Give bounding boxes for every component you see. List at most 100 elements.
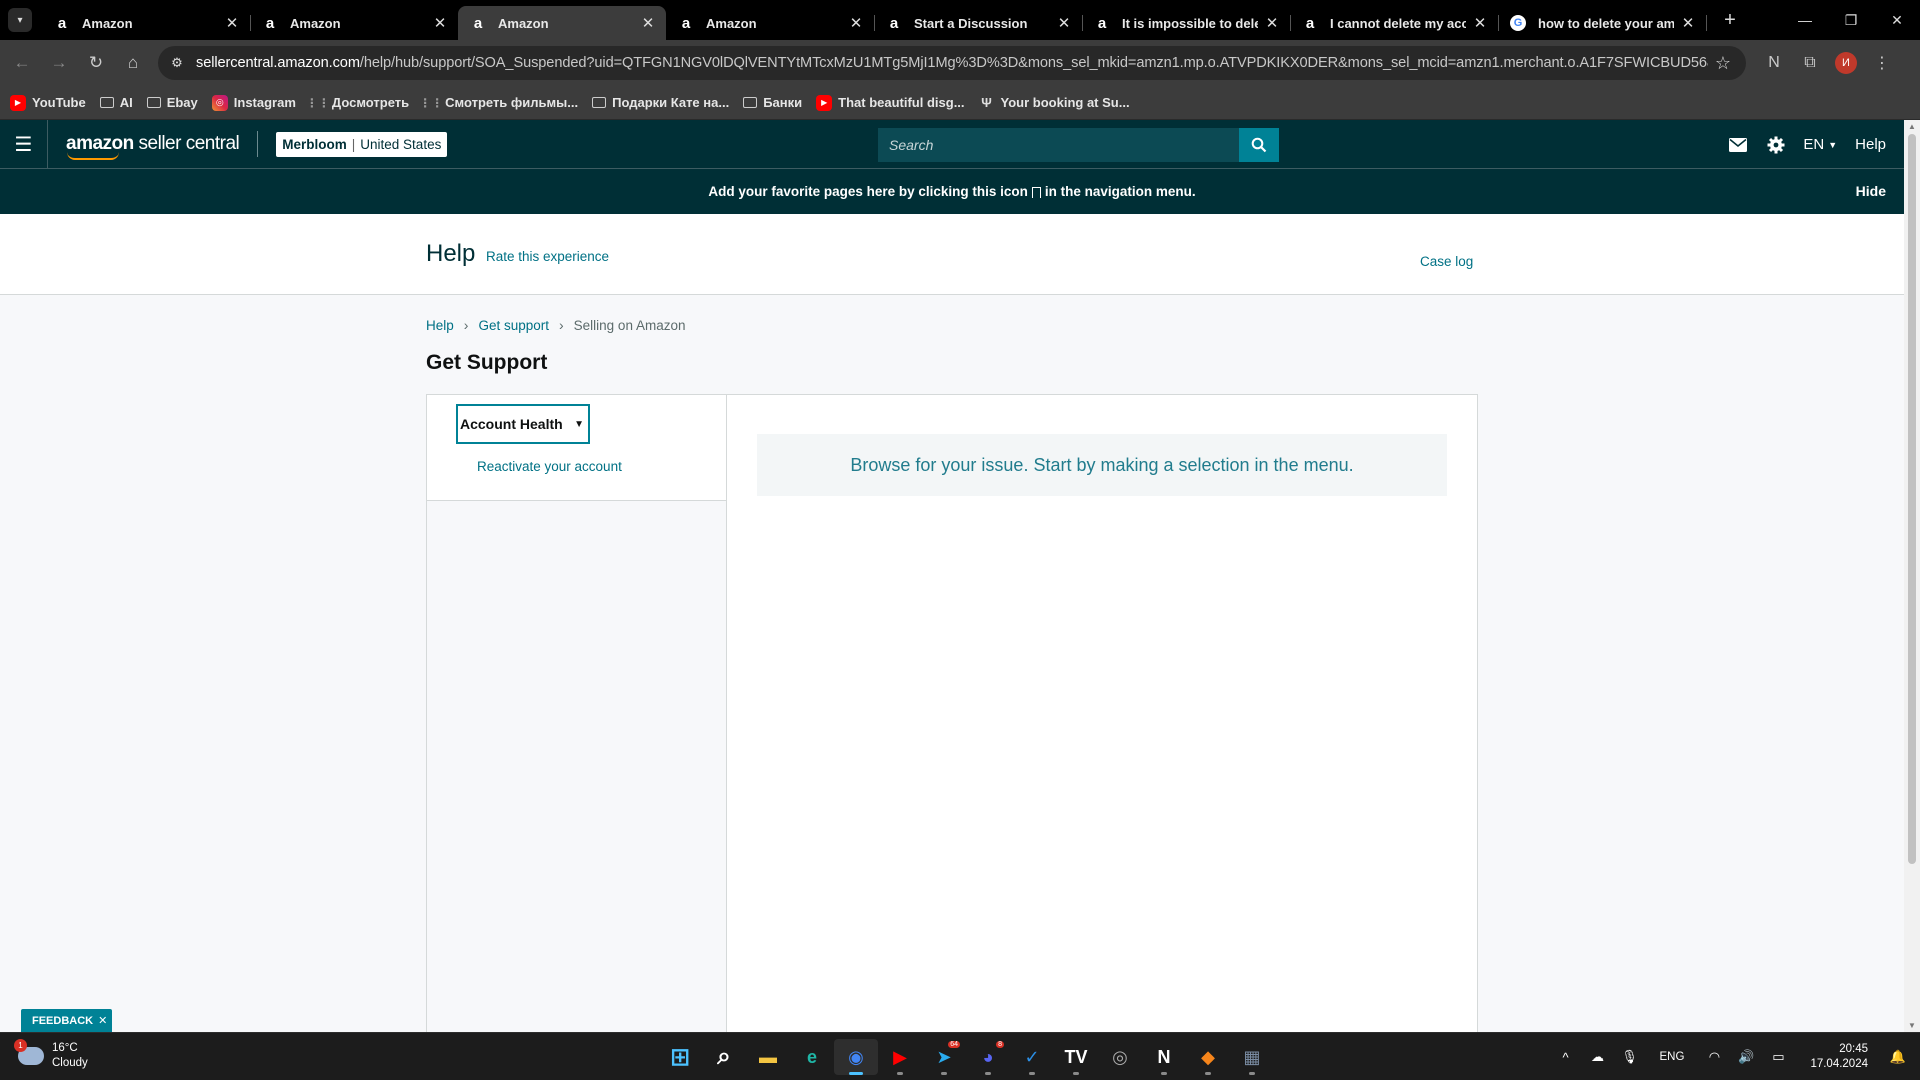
close-tab-icon[interactable]: ✕ [1056, 15, 1072, 32]
close-tab-icon[interactable]: ✕ [640, 15, 656, 32]
rate-experience-link[interactable]: Rate this experience [486, 249, 609, 264]
language-selector[interactable]: EN ▼ [1803, 136, 1837, 153]
close-window-icon[interactable]: ✕ [1874, 0, 1920, 40]
taskbar-app-search[interactable]: ⌕ [702, 1039, 746, 1075]
onedrive-icon[interactable]: ☁ [1582, 1049, 1614, 1065]
browser-tab[interactable]: a Start a Discussion ✕ [874, 6, 1083, 40]
bookmark-label: Your booking at Su... [1000, 95, 1130, 110]
taskbar-app-chrome[interactable]: ◉ [834, 1039, 878, 1075]
home-icon[interactable]: ⌂ [118, 48, 148, 78]
forward-icon[interactable]: → [44, 48, 74, 78]
bookmark-item[interactable]: ▶ YouTube [10, 94, 86, 111]
feedback-button[interactable]: FEEDBACK ✕ [21, 1009, 112, 1032]
taskbar-app-calculator[interactable]: ▦ [1230, 1039, 1274, 1075]
battery-icon[interactable]: ▭ [1762, 1049, 1794, 1065]
show-hidden-icons[interactable]: ^ [1550, 1050, 1582, 1065]
taskbar-app-file-explorer[interactable]: ▬ [746, 1039, 790, 1075]
tab-search-button[interactable]: ▾ [8, 8, 32, 32]
close-tab-icon[interactable]: ✕ [1680, 15, 1696, 32]
bookmark-item[interactable]: Ebay [146, 95, 198, 110]
microphone-icon[interactable]: 🎙 [1614, 1049, 1646, 1065]
search-button[interactable] [1239, 128, 1279, 162]
help-header-bar: Help Rate this experience Case log [0, 214, 1904, 295]
url-host: sellercentral.amazon.com [196, 55, 360, 71]
browser-menu-icon[interactable]: ⋮ [1864, 48, 1900, 78]
browser-tab[interactable]: a Amazon ✕ [458, 6, 666, 40]
edge-icon: e [806, 1046, 817, 1067]
account-switcher[interactable]: Merbloom | United States [276, 131, 448, 157]
taskbar-app-vscode[interactable]: ✓ [1010, 1039, 1054, 1075]
minimize-icon[interactable]: — [1782, 0, 1828, 40]
taskbar-app-telegram[interactable]: ➤ 64 [922, 1039, 966, 1075]
seller-central-logo[interactable]: amazon seller central [66, 133, 240, 160]
bookmark-item[interactable]: Подарки Кате на... [592, 95, 729, 110]
taskbar-app-edge[interactable]: e [790, 1039, 834, 1075]
taskbar-app-notion[interactable]: N [1142, 1039, 1186, 1075]
restore-icon[interactable]: ❐ [1828, 0, 1874, 40]
weather-desc: Cloudy [52, 1057, 88, 1069]
bookmark-item[interactable]: ⋮⋮ Смотреть фильмы... [419, 95, 578, 111]
page-scrollbar[interactable]: ▲ ▼ [1904, 120, 1920, 1032]
seller-search: Search [878, 128, 1279, 162]
taskbar-app-metamask[interactable]: ◆ [1186, 1039, 1230, 1075]
bookmark-item[interactable]: AI [99, 95, 133, 110]
browser-tab[interactable]: a I cannot delete my account ✕ [1290, 6, 1499, 40]
bookmark-item[interactable]: ◎ Instagram [211, 94, 296, 111]
taskbar-app-tradingview[interactable]: TV [1054, 1039, 1098, 1075]
close-tab-icon[interactable]: ✕ [848, 15, 864, 32]
back-icon[interactable]: ← [7, 48, 37, 78]
issue-category-dropdown[interactable]: Account Health ▼ [456, 404, 590, 444]
bookmark-item[interactable]: Банки [743, 95, 802, 110]
volume-icon[interactable]: 🔊 [1730, 1049, 1762, 1065]
bookmark-item[interactable]: ▶ That beautiful disg... [816, 94, 965, 111]
browser-tab[interactable]: a It is impossible to delete ✕ [1082, 6, 1291, 40]
scrollbar-thumb[interactable] [1908, 134, 1916, 864]
browser-tab[interactable]: a Amazon ✕ [42, 6, 251, 40]
new-tab-button[interactable]: + [1720, 9, 1740, 32]
help-link[interactable]: Help [1855, 136, 1886, 153]
taskbar-app-youtube-music[interactable]: ▶ [878, 1039, 922, 1075]
mail-icon[interactable] [1719, 137, 1757, 152]
reactivate-account-link[interactable]: Reactivate your account [477, 459, 622, 474]
breadcrumb-help[interactable]: Help [426, 318, 454, 333]
running-indicator [941, 1072, 947, 1075]
wifi-icon[interactable]: ◠ [1698, 1049, 1730, 1065]
taskbar-app-discord[interactable]: ◕ 8 [966, 1039, 1010, 1075]
tradingview-icon: TV [1064, 1046, 1088, 1067]
scroll-up-icon[interactable]: ▲ [1908, 122, 1916, 131]
search-input[interactable]: Search [878, 128, 1239, 162]
taskbar-app-obs[interactable]: ◎ [1098, 1039, 1142, 1075]
profile-avatar[interactable]: И [1835, 52, 1857, 74]
site-info-icon[interactable]: ⚙ [162, 48, 192, 78]
close-tab-icon[interactable]: ✕ [1264, 15, 1280, 32]
folder-icon [592, 97, 607, 108]
close-icon[interactable]: ✕ [98, 1014, 107, 1027]
bookmark-star-icon[interactable]: ☆ [1708, 53, 1738, 74]
close-tab-icon[interactable]: ✕ [1472, 15, 1488, 32]
hamburger-menu-icon[interactable]: ☰ [0, 120, 48, 168]
notion-extension-icon[interactable]: N [1756, 48, 1792, 78]
notifications-bell-icon[interactable]: 🔔 [1882, 1049, 1914, 1065]
tab-title: Amazon [498, 15, 549, 31]
url-text[interactable]: sellercentral.amazon.com/help/hub/suppor… [196, 55, 1708, 71]
close-tab-icon[interactable]: ✕ [224, 15, 240, 32]
close-tab-icon[interactable]: ✕ [432, 15, 448, 32]
banner-hide-link[interactable]: Hide [1856, 183, 1886, 199]
case-log-link[interactable]: Case log [1420, 254, 1473, 269]
clock[interactable]: 20:45 17.04.2024 [1810, 1042, 1868, 1072]
taskbar-app-windows-start[interactable]: ⊞ [658, 1039, 702, 1075]
bookmark-item[interactable]: ⋮⋮ Досмотреть [306, 95, 409, 111]
settings-gear-icon[interactable] [1757, 136, 1795, 154]
running-indicator [1161, 1072, 1167, 1075]
extensions-puzzle-icon[interactable]: ⧉ [1792, 48, 1828, 78]
breadcrumb-get-support[interactable]: Get support [478, 318, 549, 333]
browser-tab[interactable]: a Amazon ✕ [666, 6, 875, 40]
scroll-down-icon[interactable]: ▼ [1908, 1021, 1916, 1030]
address-bar[interactable]: ⚙ sellercentral.amazon.com/help/hub/supp… [158, 46, 1746, 80]
browser-tab[interactable]: a Amazon ✕ [250, 6, 458, 40]
input-language[interactable]: ENG [1660, 1051, 1685, 1063]
browser-tab[interactable]: Ghow to delete your amazon ✕ [1498, 6, 1707, 40]
reload-icon[interactable]: ↻ [81, 48, 111, 78]
bookmark-item[interactable]: Ψ Your booking at Su... [979, 95, 1130, 111]
weather-widget[interactable]: 1 16°C Cloudy [14, 1039, 88, 1071]
